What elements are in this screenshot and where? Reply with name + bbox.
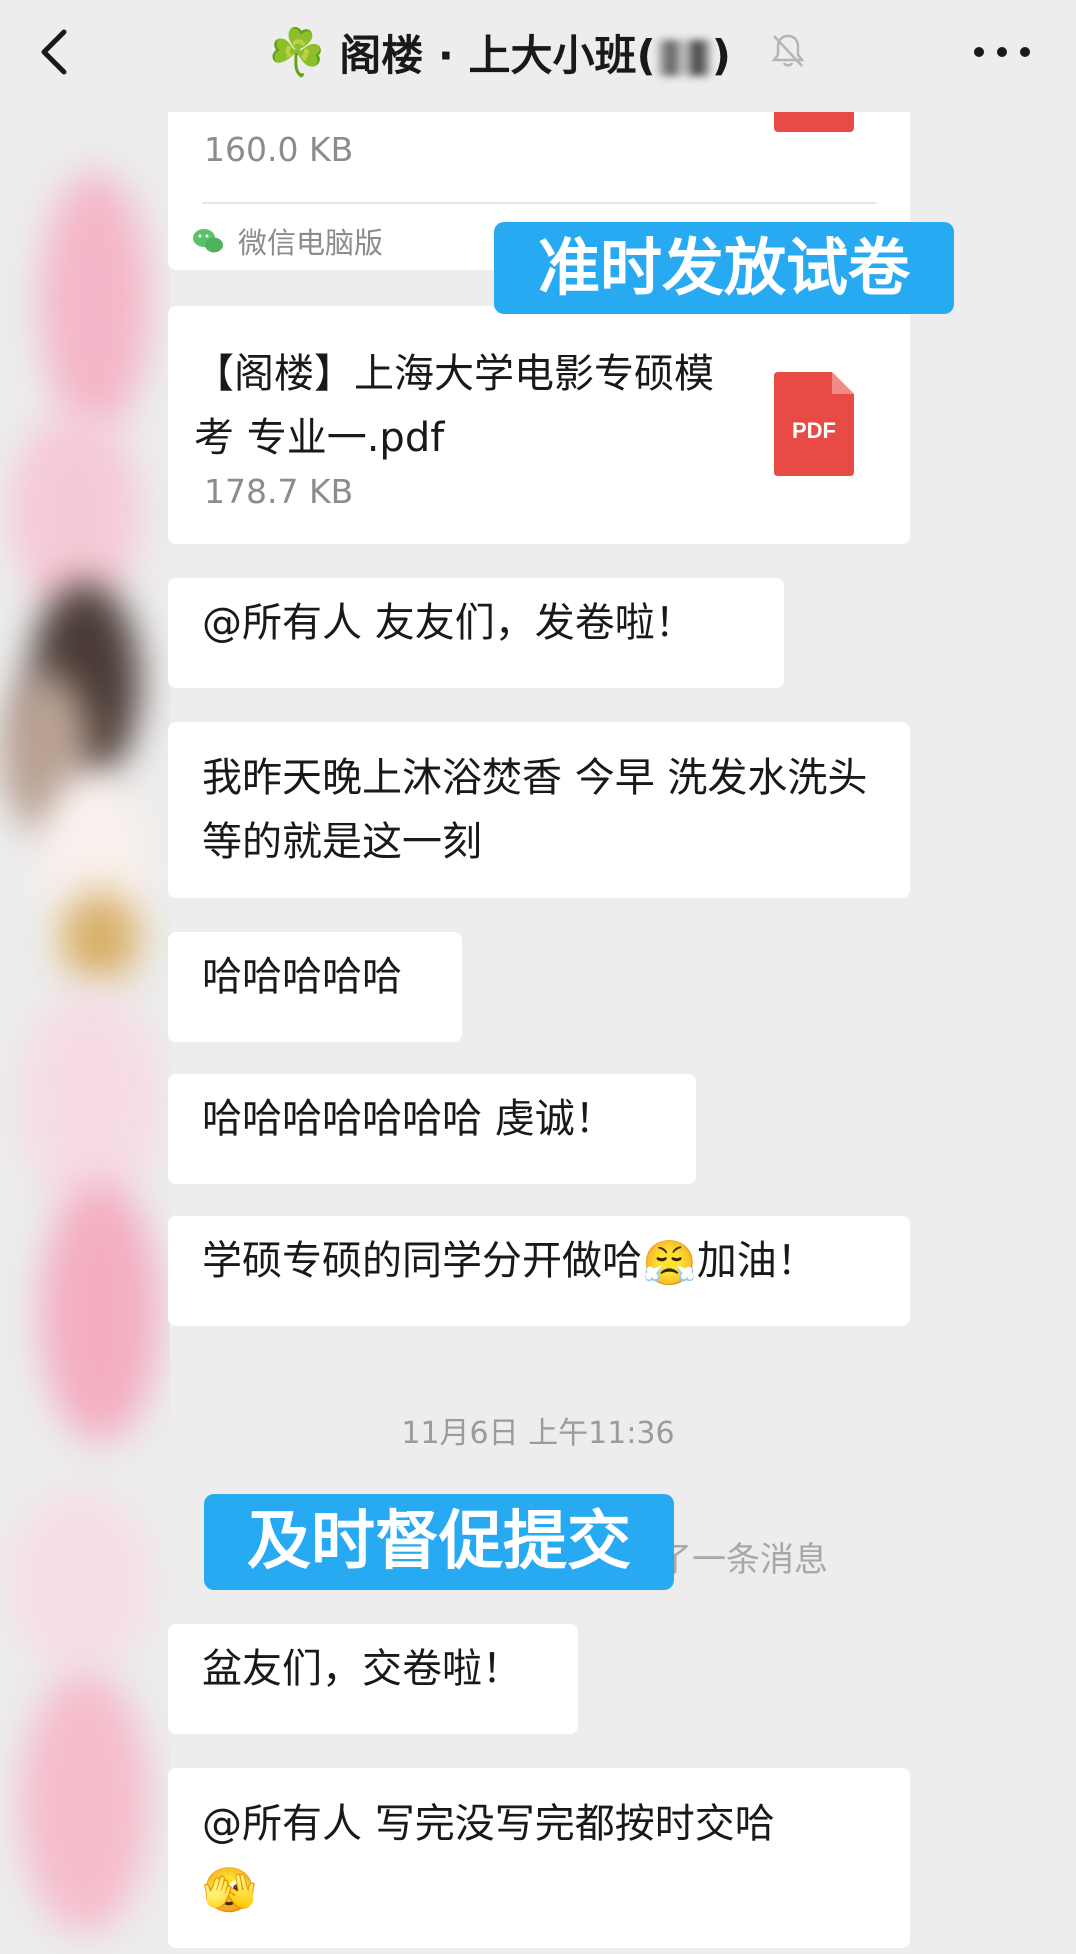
message-text: 盆友们，交卷啦！ [202,1646,522,1692]
message-bubble[interactable]: 哈哈哈哈哈 [168,932,462,1042]
more-options-button[interactable] [974,34,1030,70]
file-size: 178.7 KB [204,472,354,511]
blurred-avatar-strip [0,112,170,1954]
message-text: 哈哈哈哈哈 [202,954,402,1000]
message-text: @所有人 写完没写完都按时交哈 [202,1801,775,1847]
peeking-face-icon: 🫣 [202,1865,257,1916]
file-size: 160.0 KB [204,130,354,169]
message-text: @所有人 友友们，发卷啦！ [202,600,695,646]
file-name: 【阁楼】上海大学电影专硕模考 专业一.pdf [194,351,714,461]
source-label: 微信电脑版 [238,226,384,260]
system-notice: 了一条消息 [658,1540,828,1580]
message-text: 学硕专硕的同学分开做哈 [202,1238,642,1284]
message-bubble[interactable]: @所有人 写完没写完都按时交哈 🫣 [168,1768,910,1948]
pdf-label: PDF [792,418,836,443]
message-text: 哈哈哈哈哈哈哈 虔诚！ [202,1096,615,1142]
chevron-left-icon [41,29,67,75]
chat-title-suffix: ) [711,30,731,80]
chat-title-text: 阁楼 · 上大小班( [339,30,656,80]
message-text: 我昨天晚上沐浴焚香 今早 洗发水洗头 等的就是这一刻 [202,755,868,865]
message-bubble[interactable]: @所有人 友友们，发卷啦！ [168,578,784,688]
annotation-banner: 准时发放试卷 [494,222,954,314]
timestamp: 11月6日 上午11:36 [401,1416,675,1451]
chat-title: ☘️ 阁楼 · 上大小班() [268,22,731,82]
file-message-card[interactable]: 【阁楼】上海大学电影专硕模考 专业一.pdf 178.7 KB PDF [168,306,910,544]
message-text: 加油！ [696,1238,817,1284]
more-dot-icon [1020,47,1030,57]
chat-header: ☘️ 阁楼 · 上大小班() [0,0,1076,112]
message-bubble[interactable]: 盆友们，交卷啦！ [168,1624,578,1734]
more-dot-icon [974,47,984,57]
source-row: 微信电脑版 [192,220,383,262]
more-dot-icon [997,47,1007,57]
clover-icon: ☘️ [268,25,326,79]
message-bubble[interactable]: 学硕专硕的同学分开做哈😤加油！ [168,1216,910,1326]
message-bubble[interactable]: 我昨天晚上沐浴焚香 今早 洗发水洗头 等的就是这一刻 [168,722,910,898]
pdf-file-icon: PDF [774,372,854,476]
card-divider [202,202,876,204]
back-button[interactable] [34,26,74,78]
determined-face-icon: 😤 [642,1238,697,1289]
message-bubble[interactable]: 哈哈哈哈哈哈哈 虔诚！ [168,1074,696,1184]
bell-slash-icon [771,34,805,67]
wechat-icon [193,229,223,253]
annotation-banner: 及时督促提交 [204,1494,674,1590]
blurred-text [657,40,710,76]
